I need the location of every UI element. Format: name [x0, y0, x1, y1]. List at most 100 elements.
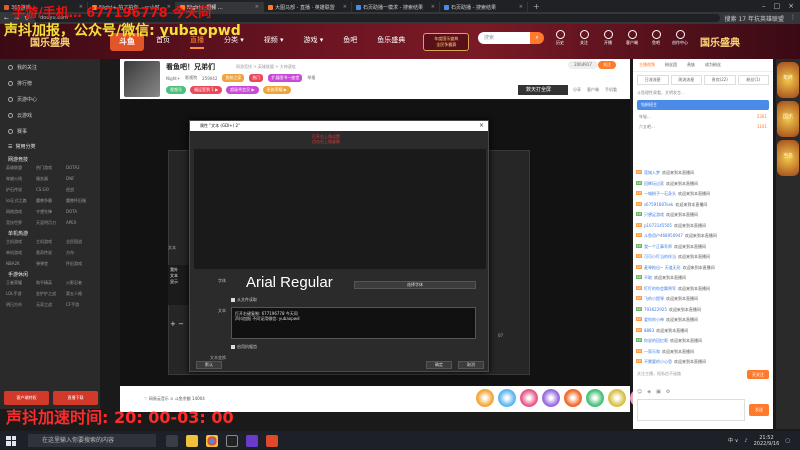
text-input[interactable]: 打开右键复制: 677196778 今天同 声抖加报 不同证用微信: yubao… — [231, 307, 476, 339]
chat-header-item[interactable]: 粉丝团 — [665, 62, 677, 68]
nav-item[interactable]: 鱼乐盛典 — [377, 35, 405, 49]
category-link[interactable]: 无双之战 — [36, 302, 64, 308]
follow-button[interactable]: 关注 — [598, 61, 616, 69]
room-action[interactable]: 分享 — [573, 87, 581, 93]
category-link[interactable]: 明日方舟 — [6, 302, 34, 308]
category-link[interactable]: 全民国战 — [66, 239, 94, 245]
right-ad-banner[interactable]: 年终 — [777, 62, 799, 98]
close-icon[interactable]: × — [255, 4, 259, 10]
chat-username[interactable]: 不需要的小心思 — [644, 359, 672, 365]
chrome-icon[interactable] — [206, 434, 218, 447]
section-mobile[interactable]: 手游休闲 — [0, 267, 100, 280]
section-single[interactable]: 单机热游 — [0, 226, 100, 239]
category-link[interactable]: 方舟 — [66, 250, 94, 256]
clock[interactable]: 21:52 2022/9/16 — [754, 435, 780, 447]
app2-icon[interactable] — [266, 434, 278, 447]
defaults-button[interactable]: 默认 — [196, 361, 222, 369]
gift-icon[interactable] — [586, 389, 604, 407]
chat-tab[interactable]: 贵宾(22) — [704, 75, 736, 85]
chat-follow-button[interactable]: 开关注 — [747, 370, 769, 379]
category-link[interactable]: 炉石传说 — [6, 187, 34, 193]
chat-username[interactable]: 你说的回忆呢 — [644, 338, 668, 344]
chat-tab[interactable]: 周流流星 — [670, 75, 702, 85]
antialias-checkbox[interactable]: 启用抗锯齿 — [231, 344, 257, 350]
category-link[interactable]: NBA2K — [6, 261, 34, 267]
close-window-icon[interactable]: × — [788, 2, 794, 10]
sidebar-item[interactable]: 我的关注 — [0, 59, 100, 75]
gift-icon[interactable] — [608, 389, 626, 407]
header-icon-3[interactable]: 客户端 — [624, 30, 640, 46]
nav-item[interactable]: 游戏 ▾ — [304, 35, 324, 49]
header-icon-5[interactable]: 创作中心 — [672, 30, 688, 46]
category-link[interactable]: CF手游 — [66, 302, 94, 308]
tag-hot[interactable]: 热门 — [249, 74, 264, 82]
gift-icon[interactable] — [564, 389, 582, 407]
right-ad-banner[interactable]: 当名 — [777, 140, 799, 176]
chat-username[interactable]: 莲城入梦 — [644, 170, 660, 176]
category-link[interactable]: 逆战 — [66, 187, 94, 193]
category-link[interactable]: 第五人格 — [66, 291, 94, 297]
browser-tab[interactable]: 大图马部 - 直播 · 英雄联盟 × — [264, 2, 352, 12]
header-icon-2[interactable]: 开播 — [600, 30, 616, 46]
chat-header-item[interactable]: 贵族 — [687, 62, 695, 68]
nav-item[interactable]: 鱼吧 — [343, 35, 357, 49]
room-badge[interactable]: 超级秀会员 ▶ — [226, 86, 259, 94]
chat-username[interactable]: 斗鱼用户468950947 — [644, 233, 683, 239]
chat-username[interactable]: 爱你的小神 — [644, 317, 664, 323]
chat-username[interactable]: p1073145505 — [644, 223, 672, 228]
new-tab-button[interactable]: + — [528, 2, 545, 11]
search-icon[interactable]: ⌕ — [530, 32, 544, 44]
obs-add-remove[interactable]: + − — [170, 320, 184, 328]
section-online[interactable]: 网游竞技 — [0, 152, 100, 165]
category-link[interactable]: 热门游戏 — [36, 165, 64, 171]
chat-username[interactable]: 一城粉子一石身头 — [644, 191, 676, 197]
sidebar-item[interactable]: 赛事 — [0, 123, 100, 139]
header-icon-1[interactable]: 关注 — [576, 30, 592, 46]
tag-fanhome[interactable]: 鱼粉之家 — [222, 74, 245, 82]
chat-username[interactable]: 只想足游戏 — [644, 212, 664, 218]
video-player[interactable]: 文本 我外 文本 显示 + − 07 属性 "文本 (GDI+) 2" × 打开右上… — [120, 100, 630, 386]
category-link[interactable]: 英雄联盟 — [6, 165, 34, 171]
category-link[interactable]: 服务器 — [36, 176, 64, 182]
category-link[interactable]: lol正式之路 — [6, 198, 34, 204]
category-link[interactable]: 网络游戏 — [6, 209, 34, 215]
category-link[interactable]: 魔兽争霸 — [36, 198, 64, 204]
room-badge[interactable]: 贵族荣耀 ▶ — [262, 86, 291, 94]
chat-username[interactable]: 可可小叮当的伴当 — [644, 254, 676, 260]
file-explorer-icon[interactable] — [186, 434, 198, 447]
chat-username[interactable]: s67591687kek — [644, 202, 673, 207]
gift-icon[interactable] — [520, 389, 538, 407]
chat-username[interactable]: 一家乐和 — [644, 349, 660, 355]
chat-username[interactable]: 793622925 — [644, 307, 667, 312]
category-link[interactable]: 火影忍者 — [66, 280, 94, 286]
ok-button[interactable]: 确定 — [426, 361, 452, 369]
close-icon[interactable]: × — [343, 4, 347, 10]
browser-tab[interactable]: 石页助播 - 搜索结果 × — [440, 2, 528, 12]
chat-username[interactable]: 8883 — [644, 328, 654, 333]
chat-username[interactable]: 叮叮的你会舞将军 — [644, 286, 676, 292]
room-action[interactable]: 客户端 — [587, 87, 599, 93]
browser-tab[interactable]: 石页助播一模求 - 搜索结果 × — [352, 2, 440, 12]
chat-input[interactable] — [637, 399, 745, 421]
category-link[interactable]: 穿越火线 — [6, 176, 34, 182]
notification-icon[interactable]: ▢ — [785, 438, 790, 444]
image-icon[interactable]: ▣ — [656, 389, 661, 395]
fullscreen-button[interactable]: 数天打全屏 — [518, 85, 568, 95]
tray-text[interactable]: 中 ∨ — [728, 437, 738, 444]
chat-tab[interactable]: 日流流星 — [637, 75, 669, 85]
taskbar-search[interactable]: 在这里输入你要搜索的内容 — [28, 434, 156, 447]
category-link[interactable]: CS:GO — [36, 187, 64, 193]
chat-username[interactable]: 飞的小提琴 — [644, 296, 664, 302]
tag-ext[interactable]: 扩展图书一座堂 — [268, 74, 303, 82]
fans-title[interactable]: 钻粉班主 — [637, 100, 769, 110]
category-link[interactable]: 和平精英 — [36, 280, 64, 286]
chat-username[interactable]: 不取 — [644, 275, 652, 281]
minimize-icon[interactable]: – — [762, 2, 766, 10]
category-link[interactable]: 天涯明月刀 — [36, 220, 64, 226]
category-link[interactable]: 怀旧游戏 — [66, 261, 94, 267]
extensions-icon[interactable]: ⋮ — [790, 14, 796, 23]
obs-icon[interactable] — [226, 434, 238, 447]
header-icon-4[interactable]: 鱼吧 — [648, 30, 664, 46]
category-link[interactable]: 魔兽怀旧服 — [66, 198, 94, 204]
chat-username[interactable]: 回眸玩过家 — [644, 181, 664, 187]
